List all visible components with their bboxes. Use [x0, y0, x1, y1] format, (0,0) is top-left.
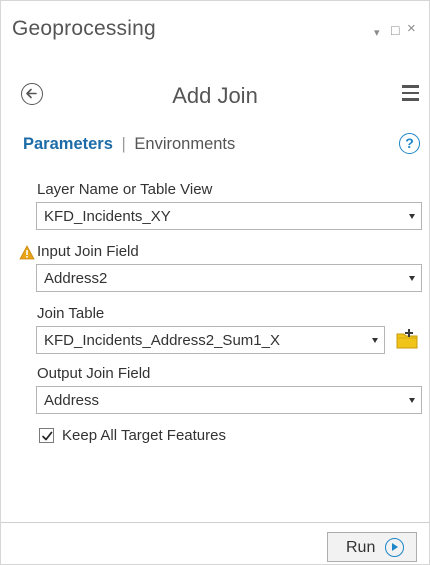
layer-name-label: Layer Name or Table View [37, 181, 213, 198]
input-join-field-select[interactable]: Address2 [36, 264, 422, 292]
maximize-icon[interactable]: □ [391, 23, 399, 37]
input-join-field-label: Input Join Field [37, 243, 139, 260]
input-join-field-value: Address2 [44, 270, 108, 287]
checkmark-icon [42, 431, 53, 441]
output-join-field-value: Address [44, 392, 100, 409]
join-table-select[interactable]: KFD_Incidents_Address2_Sum1_X [36, 326, 385, 354]
tab-strip: Parameters | Environments [23, 135, 235, 154]
browse-folder-icon[interactable] [395, 327, 421, 351]
output-join-field-label: Output Join Field [37, 365, 151, 382]
warning-icon [19, 245, 35, 265]
keep-all-checkbox[interactable] [39, 428, 54, 443]
geoprocessing-pane: Geoprocessing ▾ □ × Add Join Parameters … [0, 0, 430, 565]
auto-hide-icon[interactable]: ▾ [374, 26, 380, 40]
join-table-label: Join Table [37, 305, 105, 322]
help-icon[interactable]: ? [399, 133, 420, 154]
footer-divider [1, 522, 429, 523]
layer-name-select[interactable]: KFD_Incidents_XY [36, 202, 422, 230]
join-table-value: KFD_Incidents_Address2_Sum1_X [44, 332, 280, 349]
tab-separator: | [121, 135, 126, 153]
hamburger-menu-icon[interactable] [402, 85, 419, 101]
play-icon [385, 538, 404, 557]
chevron-down-icon [409, 398, 415, 403]
keep-all-label: Keep All Target Features [62, 427, 226, 444]
layer-name-value: KFD_Incidents_XY [44, 208, 171, 225]
run-button[interactable]: Run [327, 532, 417, 562]
run-label: Run [346, 539, 376, 556]
chevron-down-icon [409, 214, 415, 219]
chevron-down-icon [409, 276, 415, 281]
title-bar: Geoprocessing ▾ □ × [1, 1, 429, 63]
tab-parameters[interactable]: Parameters [23, 135, 113, 153]
chevron-down-icon [372, 338, 378, 343]
tool-title: Add Join [172, 83, 258, 108]
close-icon[interactable]: × [407, 21, 416, 36]
tab-environments[interactable]: Environments [134, 135, 235, 153]
output-join-field-select[interactable]: Address [36, 386, 422, 414]
pane-title: Geoprocessing [12, 17, 156, 40]
